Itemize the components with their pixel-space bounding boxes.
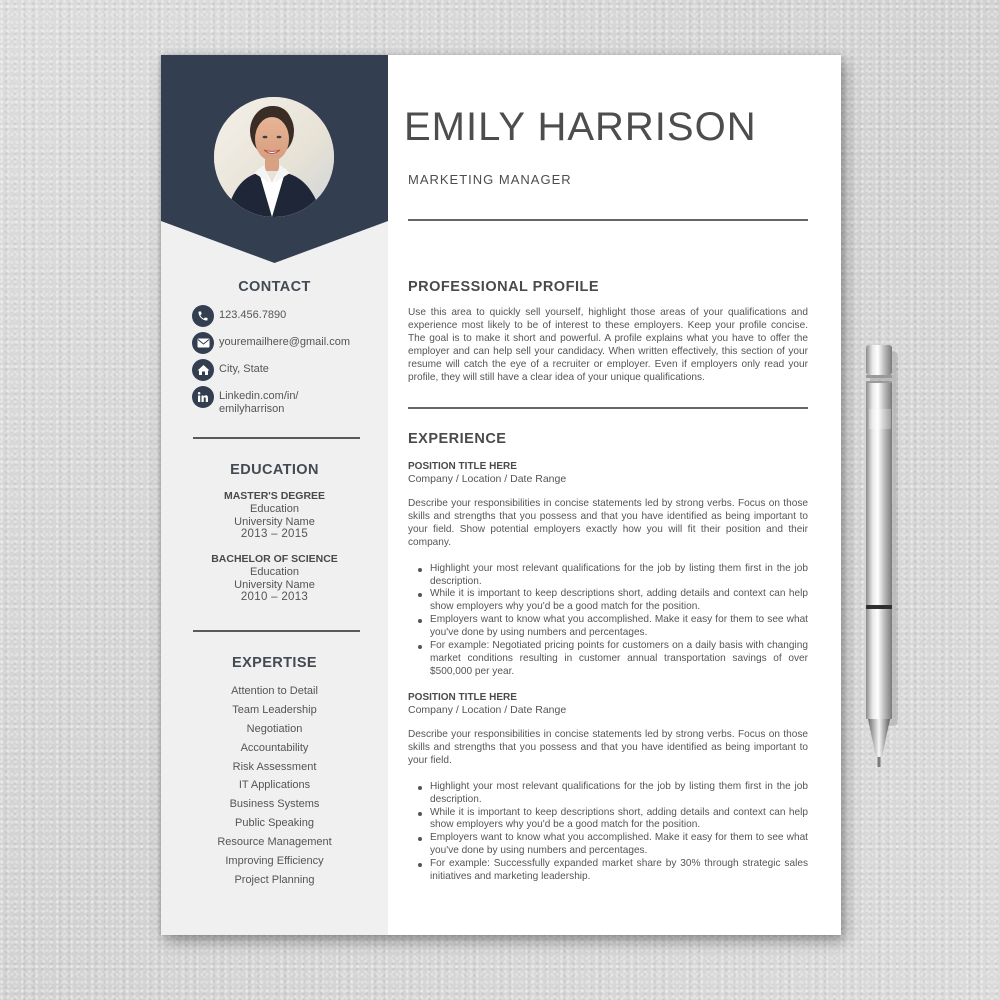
expertise-list: Attention to Detail Team Leadership Nego… xyxy=(161,682,388,890)
expertise-item: Business Systems xyxy=(229,798,320,811)
contact-heading: CONTACT xyxy=(238,279,311,295)
profile-photo xyxy=(214,97,334,217)
achievement-bullet: While it is important to keep descriptio… xyxy=(408,807,808,833)
achievement-bullet: While it is important to keep descriptio… xyxy=(408,588,808,614)
contact-linkedin: Linkedin.com/in/ emilyharrison xyxy=(192,386,372,416)
profile-heading: PROFESSIONAL PROFILE xyxy=(408,279,600,295)
expertise-item: Project Planning xyxy=(234,873,315,886)
education-entry: MASTER'S DEGREE Education University Nam… xyxy=(161,490,388,541)
expertise-item: Attention to Detail xyxy=(231,685,318,697)
degree-field: Education xyxy=(250,566,299,578)
degree-title: BACHELOR OF SCIENCE xyxy=(211,553,338,565)
achievement-bullet: Employers want to know what you accompli… xyxy=(408,832,808,858)
expertise-item: Resource Management xyxy=(217,836,332,849)
position-title: POSITION TITLE HERE xyxy=(408,461,517,472)
achievement-bullet: Highlight your most relevant qualificati… xyxy=(408,563,808,589)
candidate-job-title: MARKETING MANAGER xyxy=(408,172,572,187)
phone-icon xyxy=(192,305,214,327)
contact-location: City, State xyxy=(192,359,372,382)
position-title: POSITION TITLE HERE xyxy=(408,692,517,703)
expertise-heading: EXPERTISE xyxy=(232,655,317,671)
education-years: 2013 – 2015 xyxy=(240,528,309,541)
header-divider xyxy=(408,219,808,221)
linkedin-icon xyxy=(192,386,214,408)
sidebar-divider xyxy=(193,437,360,439)
achievement-list: Highlight your most relevant qualificati… xyxy=(408,563,808,679)
contact-list: 123.456.7890 youremailhere@gmail.com Cit… xyxy=(192,305,372,420)
expertise-item: Risk Assessment xyxy=(232,760,317,773)
degree-title: MASTER'S DEGREE xyxy=(223,490,326,502)
resume-page: CONTACT 123.456.7890 youremailhere@gmail… xyxy=(161,55,841,935)
achievement-bullet: For example: Successfully expanded marke… xyxy=(408,858,808,884)
phone-number: 123.456.7890 xyxy=(219,309,287,321)
linkedin-url-line2: emilyharrison xyxy=(219,403,285,415)
silver-pen xyxy=(862,345,898,770)
expertise-item: Public Speaking xyxy=(235,817,314,830)
education-entry: BACHELOR OF SCIENCE Education University… xyxy=(161,553,388,604)
location-text: City, State xyxy=(219,363,269,375)
expertise-item: Negotiation xyxy=(246,722,303,735)
experience-entry: POSITION TITLE HERE Company / Location /… xyxy=(408,691,808,884)
education-heading: EDUCATION xyxy=(230,462,319,478)
achievement-bullet: Employers want to know what you accompli… xyxy=(408,614,808,640)
school-name: University Name xyxy=(234,578,315,591)
contact-email: youremailhere@gmail.com xyxy=(192,332,372,355)
expertise-item: Improving Efficiency xyxy=(225,855,324,868)
linkedin-url: Linkedin.com/in/ emilyharrison xyxy=(219,386,299,416)
achievement-list: Highlight your most relevant qualificati… xyxy=(408,781,808,884)
experience-heading: EXPERIENCE xyxy=(408,431,507,447)
position-meta: Company / Location / Date Range xyxy=(408,473,567,485)
position-description: Describe your responsibilities in concis… xyxy=(408,729,808,766)
candidate-name: EMILY HARRISON xyxy=(404,105,757,149)
envelope-icon xyxy=(192,332,214,354)
education-years: 2010 – 2013 xyxy=(240,591,309,604)
position-description: Describe your responsibilities in concis… xyxy=(408,498,808,548)
expertise-item: IT Applications xyxy=(238,779,311,792)
degree-field: Education xyxy=(250,503,299,515)
linkedin-url-line1: Linkedin.com/in/ xyxy=(219,390,299,402)
achievement-bullet: For example: Negotiated pricing points f… xyxy=(408,640,808,679)
experience-entry: POSITION TITLE HERE Company / Location /… xyxy=(408,460,808,679)
expertise-item: Accountability xyxy=(240,741,309,754)
resume-sidebar: CONTACT 123.456.7890 youremailhere@gmail… xyxy=(161,55,388,935)
email-address: youremailhere@gmail.com xyxy=(219,336,350,348)
resume-main: EMILY HARRISON MARKETING MANAGER PROFESS… xyxy=(404,55,808,935)
expertise-item: Team Leadership xyxy=(232,703,317,716)
profile-text: Use this area to quickly sell yourself, … xyxy=(408,307,808,383)
position-meta: Company / Location / Date Range xyxy=(408,704,567,716)
section-divider xyxy=(408,407,808,409)
sidebar-divider xyxy=(193,630,360,632)
home-icon xyxy=(192,359,214,381)
contact-phone: 123.456.7890 xyxy=(192,305,372,328)
achievement-bullet: Highlight your most relevant qualificati… xyxy=(408,781,808,807)
school-name: University Name xyxy=(234,515,315,528)
